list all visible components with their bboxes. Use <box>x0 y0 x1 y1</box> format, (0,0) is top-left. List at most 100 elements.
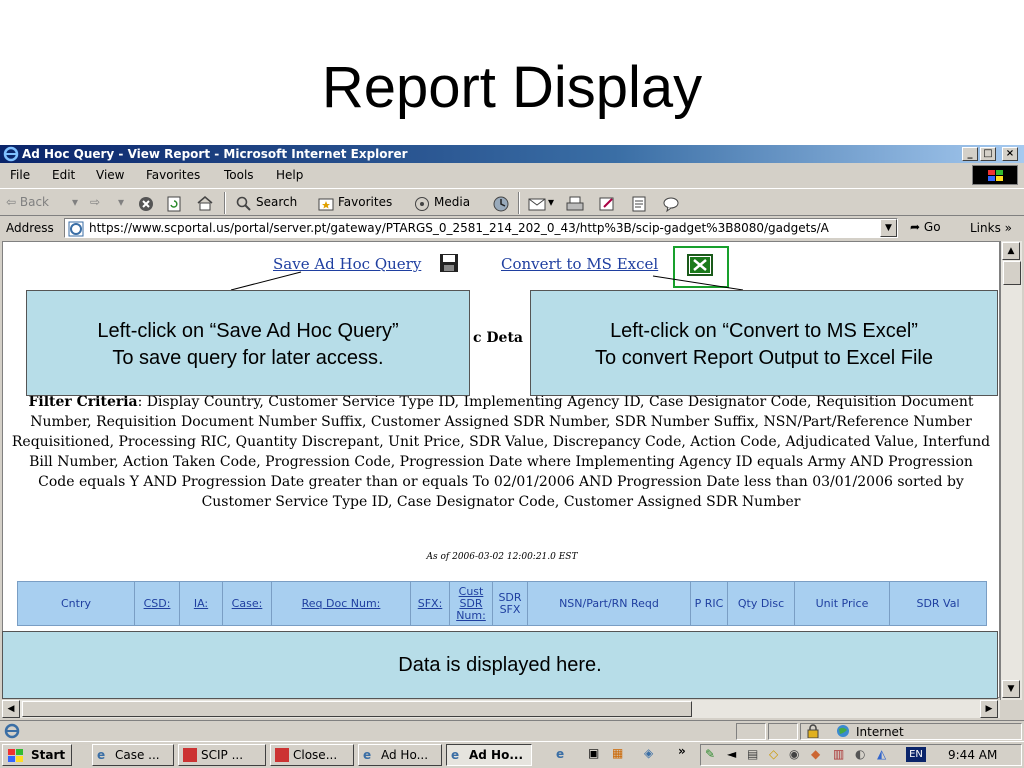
print-icon[interactable] <box>566 195 584 213</box>
col-req-doc-num[interactable]: Req Doc Num: <box>271 581 411 626</box>
callout-line: Left-click on “Convert to MS Excel” <box>610 320 918 342</box>
refresh-icon[interactable] <box>166 196 182 212</box>
tray-volume-icon[interactable]: ◄ <box>727 747 736 761</box>
window-title: Ad Hoc Query - View Report - Microsoft I… <box>22 147 408 161</box>
forward-button[interactable]: ⇨ <box>90 195 100 209</box>
media-button[interactable]: Media <box>434 195 470 209</box>
page-done-icon <box>4 723 20 739</box>
status-bar: Internet <box>0 720 1024 740</box>
menu-favorites[interactable]: Favorites <box>146 168 200 182</box>
mail-icon[interactable] <box>528 195 546 213</box>
ie-page-icon: e <box>451 748 460 762</box>
mail-dropdown-icon[interactable]: ▾ <box>548 195 554 209</box>
callout-line: To save query for later access. <box>112 347 384 369</box>
window-titlebar[interactable]: Ad Hoc Query - View Report - Microsoft I… <box>0 145 1024 163</box>
menu-file[interactable]: File <box>10 168 30 182</box>
report-table: Cntry CSD: IA: Case: Req Doc Num: SFX: C… <box>17 581 987 626</box>
page-globe-icon <box>68 221 84 237</box>
maximize-button[interactable]: □ <box>980 147 996 161</box>
links-button[interactable]: Links » <box>970 221 1012 235</box>
horizontal-scrollbar[interactable]: ◀ ▶ <box>2 700 1000 718</box>
callout-line: To convert Report Output to Excel File <box>595 347 933 369</box>
scroll-down-icon[interactable]: ▼ <box>1002 680 1020 698</box>
menu-view[interactable]: View <box>96 168 124 182</box>
scroll-up-icon[interactable]: ▲ <box>1002 242 1020 260</box>
table-header-row: Cntry CSD: IA: Case: Req Doc Num: SFX: C… <box>17 581 987 626</box>
stop-icon[interactable] <box>138 196 154 212</box>
filter-criteria-text: Filter Criteria: Display Country, Custom… <box>11 392 991 512</box>
taskbar-item-scip[interactable]: SCIP ... <box>178 744 266 766</box>
vertical-scroll-thumb[interactable] <box>1003 261 1021 285</box>
scroll-left-icon[interactable]: ◀ <box>2 700 20 718</box>
quicklaunch-more-icon[interactable]: » <box>678 744 686 758</box>
messenger-icon[interactable] <box>662 195 680 213</box>
taskbar-item-adhoc[interactable]: e Ad Ho... <box>358 744 442 766</box>
start-label: Start <box>31 748 66 762</box>
callout-line: Data is displayed here. <box>398 654 602 676</box>
back-dropdown-icon[interactable]: ▾ <box>72 195 78 209</box>
menu-tools[interactable]: Tools <box>224 168 254 182</box>
tray-app-icon[interactable]: ◉ <box>789 747 799 761</box>
clock: 9:44 AM <box>948 748 998 762</box>
address-input[interactable]: https://www.scportal.us/portal/server.pt… <box>64 218 898 238</box>
go-button[interactable]: ➦ Go <box>910 220 941 234</box>
address-dropdown-icon[interactable]: ▼ <box>880 219 897 237</box>
edit-icon[interactable] <box>598 195 616 213</box>
quicklaunch-ie-icon[interactable]: e <box>556 747 564 761</box>
presentation-icon <box>275 748 289 762</box>
menu-help[interactable]: Help <box>276 168 303 182</box>
standard-toolbar: ⇦ Back ▾ ⇨ ▾ Search Favorites Media ▾ <box>0 188 1024 216</box>
forward-dropdown-icon[interactable]: ▾ <box>118 195 124 209</box>
col-cntry: Cntry <box>17 581 135 626</box>
favorites-button[interactable]: Favorites <box>338 195 392 209</box>
favorites-icon[interactable] <box>318 196 334 212</box>
taskbar-item-adhoc-active[interactable]: e Ad Ho... <box>446 744 532 766</box>
task-label: Ad Ho... <box>469 748 524 762</box>
tray-app-icon[interactable]: ◭ <box>877 747 886 761</box>
vertical-scrollbar[interactable]: ▲ ▼ <box>1000 241 1022 700</box>
language-indicator[interactable]: EN <box>906 747 926 762</box>
task-label: Close... <box>293 748 338 762</box>
go-arrow-icon: ➦ <box>910 220 921 234</box>
filter-label: Filter Criteria <box>28 394 138 410</box>
col-ia[interactable]: IA: <box>179 581 223 626</box>
horizontal-scroll-thumb[interactable] <box>22 701 692 717</box>
col-qty-disc: Qty Disc <box>727 581 795 626</box>
taskbar-item-close[interactable]: Close... <box>270 744 354 766</box>
col-case[interactable]: Case: <box>222 581 272 626</box>
col-sfx[interactable]: SFX: <box>410 581 450 626</box>
scroll-right-icon[interactable]: ▶ <box>980 700 998 718</box>
history-icon[interactable] <box>492 195 510 213</box>
media-icon[interactable] <box>414 196 430 212</box>
tray-app-icon[interactable]: ◇ <box>769 747 778 761</box>
security-zone-panel <box>800 723 1022 740</box>
tray-app-icon[interactable]: ✎ <box>705 747 715 761</box>
tray-app-icon[interactable]: ▥ <box>833 747 844 761</box>
home-icon[interactable] <box>196 195 214 211</box>
quicklaunch-desktop-icon[interactable]: ▣ <box>588 746 599 760</box>
tray-app-icon[interactable]: ◆ <box>811 747 820 761</box>
tray-app-icon[interactable]: ◐ <box>855 747 865 761</box>
col-cust-sdr-num[interactable]: Cust SDR Num: <box>449 581 493 626</box>
close-button[interactable]: × <box>1002 147 1018 161</box>
search-icon[interactable] <box>236 196 252 212</box>
col-nsn-part: NSN/Part/RN Reqd <box>527 581 691 626</box>
col-csd[interactable]: CSD: <box>134 581 180 626</box>
quicklaunch-app-icon[interactable]: ▦ <box>612 746 623 760</box>
quicklaunch-app-icon[interactable]: ◈ <box>644 746 653 760</box>
as-of-timestamp: As of 2006-03-02 12:00:21.0 EST <box>426 552 578 562</box>
task-label: Case ... <box>115 748 160 762</box>
menu-edit[interactable]: Edit <box>52 168 75 182</box>
callout-save-query: Left-click on “Save Ad Hoc Query” To sav… <box>26 290 470 396</box>
taskbar: Start e Case ... SCIP ... Close... e Ad … <box>0 741 1024 768</box>
minimize-button[interactable]: _ <box>962 147 978 161</box>
search-button[interactable]: Search <box>256 195 297 209</box>
start-button[interactable]: Start <box>2 744 72 766</box>
discuss-icon[interactable] <box>630 195 648 213</box>
col-p-ric: P RIC <box>690 581 728 626</box>
taskbar-item-case[interactable]: e Case ... <box>92 744 174 766</box>
address-bar: Address https://www.scportal.us/portal/s… <box>0 217 1024 239</box>
back-button[interactable]: ⇦ Back <box>6 195 49 209</box>
tray-app-icon[interactable]: ▤ <box>747 747 758 761</box>
callout-convert-excel: Left-click on “Convert to MS Excel” To c… <box>530 290 998 396</box>
